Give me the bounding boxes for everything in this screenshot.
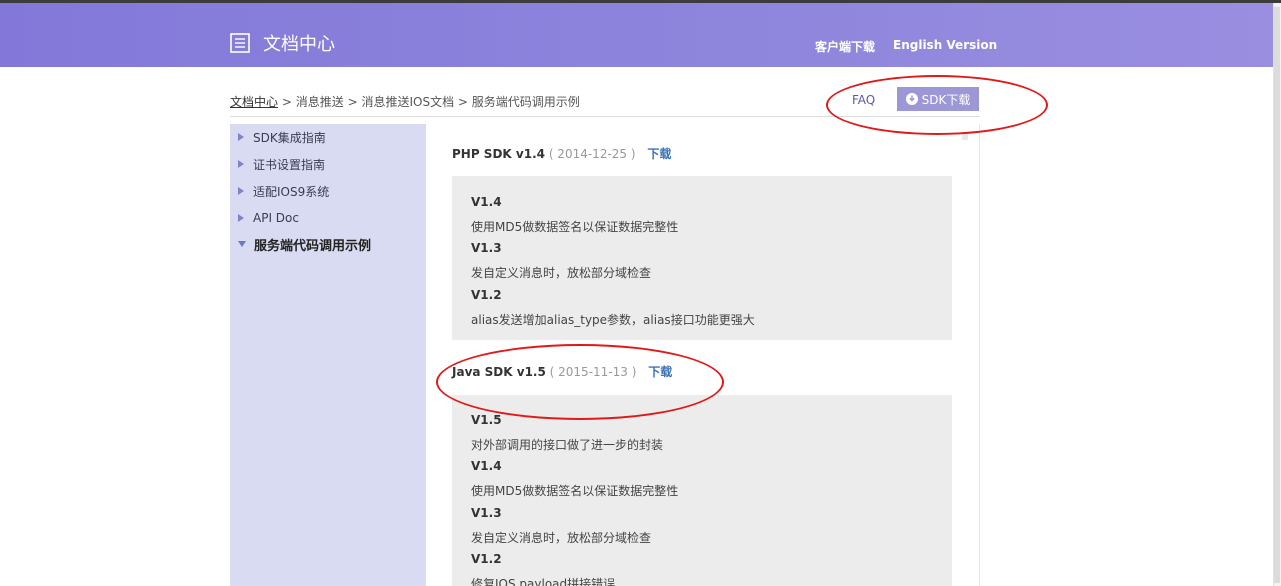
changelog-note: 对外部调用的接口做了进一步的封装 xyxy=(471,438,664,452)
changelog-box: V1.5 对外部调用的接口做了进一步的封装 V1.4 使用MD5做数据签名以保证… xyxy=(452,395,952,586)
page: 文档中心 客户端下载 English Version 文档中心 > 消息推送 >… xyxy=(0,0,1281,586)
faq-link[interactable]: FAQ xyxy=(852,93,875,107)
sdk-name: Java SDK v1.5 xyxy=(452,365,546,379)
download-icon xyxy=(905,93,918,105)
caret-right-icon xyxy=(238,214,244,222)
changelog-version: V1.3 xyxy=(471,241,502,255)
sidebar-item-label: 证书设置指南 xyxy=(253,157,326,172)
breadcrumb-separator: > xyxy=(347,95,358,109)
changelog-version: V1.3 xyxy=(471,506,502,520)
changelog-note: 修复IOS payload拼接错误 xyxy=(471,577,616,586)
sidebar: SDK集成指南 证书设置指南 适配IOS9系统 API Doc 服务端代码调用示… xyxy=(230,124,426,586)
caret-right-icon xyxy=(238,160,244,168)
breadcrumb-item: 消息推送IOS文档 xyxy=(361,95,455,109)
site-title[interactable]: 文档中心 xyxy=(263,30,335,56)
sdk-heading: PHP SDK v1.4 ( 2014-12-25 ) 下载 xyxy=(452,145,671,162)
sdk-download-link[interactable]: 下载 xyxy=(648,365,672,379)
sidebar-item-label: 适配IOS9系统 xyxy=(253,184,330,199)
header-divider xyxy=(230,116,980,117)
caret-right-icon xyxy=(238,133,244,141)
scrollbar-thumb[interactable] xyxy=(1274,7,1280,583)
caret-down-icon xyxy=(238,241,246,247)
changelog-version: V1.4 xyxy=(471,195,502,209)
corner-marker xyxy=(962,134,968,140)
sdk-name: PHP SDK v1.4 xyxy=(452,147,545,161)
main-content: PHP SDK v1.4 ( 2014-12-25 ) 下载 V1.4 使用MD… xyxy=(426,124,980,586)
sdk-download-button[interactable]: SDK下载 xyxy=(897,87,979,111)
sdk-heading: Java SDK v1.5 ( 2015-11-13 ) 下载 xyxy=(452,363,672,380)
changelog-version: V1.5 xyxy=(471,413,502,427)
changelog-note: 发自定义消息时，放松部分域检查 xyxy=(471,531,652,545)
sidebar-item-label: API Doc xyxy=(253,211,299,225)
client-download-link[interactable]: 客户端下载 xyxy=(815,38,875,55)
sidebar-item-api-doc[interactable]: API Doc xyxy=(238,209,299,227)
breadcrumb-item: 消息推送 xyxy=(295,95,344,109)
sidebar-item-server-examples[interactable]: 服务端代码调用示例 xyxy=(238,235,372,254)
changelog-note: alias发送增加alias_type参数，alias接口功能更强大 xyxy=(471,313,755,327)
changelog-note: 发自定义消息时，放松部分域检查 xyxy=(471,266,652,280)
breadcrumb-item-current: 服务端代码调用示例 xyxy=(471,95,580,109)
changelog-version: V1.2 xyxy=(471,288,502,302)
breadcrumb-separator: > xyxy=(281,95,292,109)
breadcrumb: 文档中心 > 消息推送 > 消息推送IOS文档 > 服务端代码调用示例 xyxy=(230,93,580,110)
changelog-version: V1.2 xyxy=(471,552,502,566)
caret-right-icon xyxy=(238,187,244,195)
changelog-box: V1.4 使用MD5做数据签名以保证数据完整性 V1.3 发自定义消息时，放松部… xyxy=(452,176,952,340)
sdk-date: ( 2015-11-13 ) xyxy=(549,365,637,379)
sidebar-item-label: SDK集成指南 xyxy=(253,130,326,145)
english-version-link[interactable]: English Version xyxy=(893,38,997,52)
sidebar-item-cert-guide[interactable]: 证书设置指南 xyxy=(238,155,325,173)
breadcrumb-home-link[interactable]: 文档中心 xyxy=(230,95,278,109)
top-header: 文档中心 客户端下载 English Version xyxy=(0,0,1281,67)
changelog-version: V1.4 xyxy=(471,459,502,473)
sidebar-item-ios9[interactable]: 适配IOS9系统 xyxy=(238,182,329,200)
document-list-icon[interactable] xyxy=(230,33,250,53)
breadcrumb-separator: > xyxy=(457,95,468,109)
sdk-download-label: SDK下载 xyxy=(921,92,971,107)
page-scrollbar[interactable] xyxy=(1273,3,1281,586)
changelog-note: 使用MD5做数据签名以保证数据完整性 xyxy=(471,220,679,234)
sdk-date: ( 2014-12-25 ) xyxy=(548,147,636,161)
sdk-download-link[interactable]: 下载 xyxy=(647,147,671,161)
sidebar-item-label: 服务端代码调用示例 xyxy=(254,238,372,254)
sidebar-item-sdk-guide[interactable]: SDK集成指南 xyxy=(238,128,326,146)
changelog-note: 使用MD5做数据签名以保证数据完整性 xyxy=(471,484,679,498)
